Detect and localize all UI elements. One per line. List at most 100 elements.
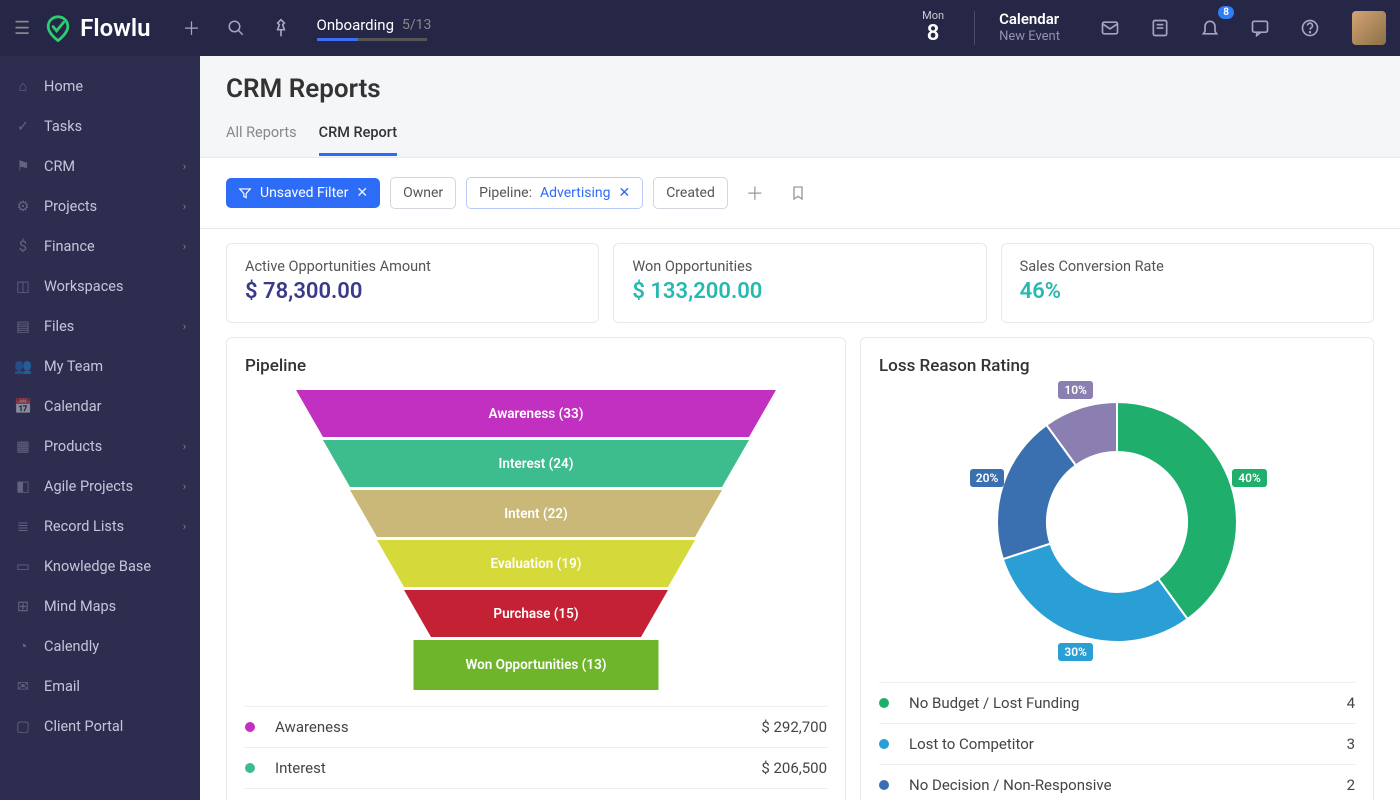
report-tabs: All Reports CRM Report (226, 116, 1374, 157)
legend-row: Lost to Competitor3 (879, 723, 1355, 764)
legend-dot (245, 763, 255, 773)
sidebar-item-projects[interactable]: ⚙Projects› (0, 186, 200, 226)
chevron-right-icon: › (183, 520, 186, 533)
legend-value: $ 206,500 (761, 759, 827, 777)
pin-icon[interactable] (265, 12, 297, 44)
legend-row: Intent$ 198,000 (245, 788, 827, 800)
sidebar-item-label: Home (44, 78, 83, 95)
created-filter-chip[interactable]: Created (653, 177, 728, 209)
funnel-stage-label: Evaluation (19) (490, 556, 581, 572)
sidebar-item-calendar[interactable]: 📅 Calendar (0, 386, 200, 426)
sidebar-item-label: Calendar (44, 398, 102, 415)
funnel-stage: Interest (24) (296, 440, 776, 487)
chevron-right-icon: › (183, 240, 186, 253)
unsaved-filter-chip[interactable]: Unsaved Filter ✕ (226, 178, 380, 208)
sidebar-icon: ⌂ (14, 77, 32, 95)
sidebar-item-label: Products (44, 438, 102, 455)
sidebar-icon: 📅 (14, 397, 32, 415)
onboarding-bar (317, 38, 427, 41)
menu-toggle-icon[interactable]: ☰ (14, 18, 30, 39)
funnel-stage-label: Awareness (33) (489, 406, 584, 422)
legend-row: Interest$ 206,500 (245, 747, 827, 788)
help-icon[interactable] (1294, 12, 1326, 44)
close-icon[interactable]: ✕ (618, 185, 630, 201)
sidebar-item-files[interactable]: ▤ Files › (0, 306, 200, 346)
chevron-right-icon: › (183, 200, 186, 213)
sidebar-icon: ▦ (14, 437, 32, 455)
legend-label: No Budget / Lost Funding (909, 694, 1347, 712)
sidebar-icon: ▭ (14, 557, 32, 575)
legend-label: Awareness (275, 718, 761, 736)
metric-label: Won Opportunities (632, 258, 967, 275)
sidebar-item-client-portal[interactable]: ▢Client Portal (0, 706, 200, 746)
legend-dot (879, 739, 889, 749)
funnel-stage: Intent (22) (296, 490, 776, 537)
metric-card: Won Opportunities$ 133,200.00 (613, 243, 986, 323)
funnel-title: Pipeline (245, 356, 827, 376)
sidebar-icon: ▤ (14, 317, 32, 335)
sidebar-item-agile-projects[interactable]: ◧Agile Projects› (0, 466, 200, 506)
legend-label: Interest (275, 759, 761, 777)
chat-icon[interactable] (1244, 12, 1276, 44)
funnel-legend: Awareness$ 292,700Interest$ 206,500Inten… (245, 706, 827, 800)
user-avatar[interactable] (1352, 11, 1386, 45)
onboarding-progress[interactable]: Onboarding 5/13 (317, 16, 432, 41)
metric-card: Sales Conversion Rate 46% (1001, 243, 1374, 323)
header-calendar[interactable]: Calendar New Event (999, 10, 1060, 46)
sidebar-item-label: Files (44, 318, 74, 335)
tab-all-reports[interactable]: All Reports (226, 116, 297, 156)
sidebar-item-tasks[interactable]: ✓Tasks (0, 106, 200, 146)
sidebar-icon: ⊞ (14, 597, 32, 615)
calendar-new-event: New Event (999, 29, 1060, 46)
sidebar-item-finance[interactable]: $Finance› (0, 226, 200, 266)
sidebar-item-home[interactable]: ⌂ Home (0, 66, 200, 106)
page-title: CRM Reports (226, 74, 1374, 104)
header-date[interactable]: Mon 8 (922, 10, 944, 46)
sidebar-item-calendly[interactable]: ◔Calendly (0, 626, 200, 666)
sidebar-item-mind-maps[interactable]: ⊞ Mind Maps (0, 586, 200, 626)
owner-filter-label: Owner (403, 185, 443, 201)
sidebar-item-label: Tasks (44, 118, 82, 135)
sidebar-item-label: Record Lists (44, 518, 124, 535)
sidebar-icon: ✉ (14, 677, 32, 695)
chevron-right-icon: › (183, 320, 186, 333)
sidebar-item-knowledge-base[interactable]: ▭Knowledge Base (0, 546, 200, 586)
sidebar-item-email[interactable]: ✉Email (0, 666, 200, 706)
close-icon[interactable]: ✕ (356, 185, 368, 201)
loss-title: Loss Reason Rating (879, 356, 1355, 376)
owner-filter-chip[interactable]: Owner (390, 177, 456, 209)
notifications-icon[interactable]: 8 (1194, 12, 1226, 44)
legend-label: Lost to Competitor (909, 735, 1347, 753)
sidebar-icon: 👥 (14, 357, 32, 375)
sidebar-item-label: My Team (44, 358, 103, 375)
sidebar-item-workspaces[interactable]: ◫Workspaces (0, 266, 200, 306)
legend-label: No Decision / Non-Responsive (909, 776, 1347, 794)
metric-label: Sales Conversion Rate (1020, 258, 1355, 275)
main-content: CRM Reports All Reports CRM Report Unsave… (200, 56, 1400, 800)
sidebar-item-products[interactable]: ▦Products› (0, 426, 200, 466)
sidebar-item-record-lists[interactable]: ≣Record Lists› (0, 506, 200, 546)
sidebar-icon: ⚙ (14, 197, 32, 215)
search-icon[interactable] (221, 13, 251, 43)
add-filter-icon[interactable]: ＋ (738, 176, 772, 210)
bookmark-icon[interactable] (782, 181, 814, 205)
funnel-stage-label: Purchase (15) (493, 606, 578, 622)
notes-icon[interactable] (1144, 12, 1176, 44)
donut-percent-label: 30% (1058, 643, 1093, 661)
mail-icon[interactable] (1094, 12, 1126, 44)
add-icon[interactable]: ＋ (177, 9, 207, 47)
tab-crm-report[interactable]: CRM Report (319, 116, 397, 156)
sidebar-item-label: Finance (44, 238, 95, 255)
pipeline-filter-chip[interactable]: Pipeline: Advertising ✕ (466, 177, 643, 209)
metric-value: 46% (1020, 279, 1355, 304)
loss-legend: No Budget / Lost Funding4Lost to Competi… (879, 682, 1355, 800)
legend-value: 3 (1347, 735, 1355, 753)
sidebar-item-label: CRM (44, 158, 75, 175)
sidebar-item-my-team[interactable]: 👥 My Team (0, 346, 200, 386)
onboarding-count: 5/13 (402, 17, 431, 33)
sidebar-item-crm[interactable]: ⚑CRM› (0, 146, 200, 186)
sidebar-item-label: Client Portal (44, 718, 123, 735)
brand-logo[interactable]: Flowlu (44, 14, 150, 42)
sidebar-item-label: Mind Maps (44, 598, 116, 615)
funnel-stage: Awareness (33) (296, 390, 776, 437)
